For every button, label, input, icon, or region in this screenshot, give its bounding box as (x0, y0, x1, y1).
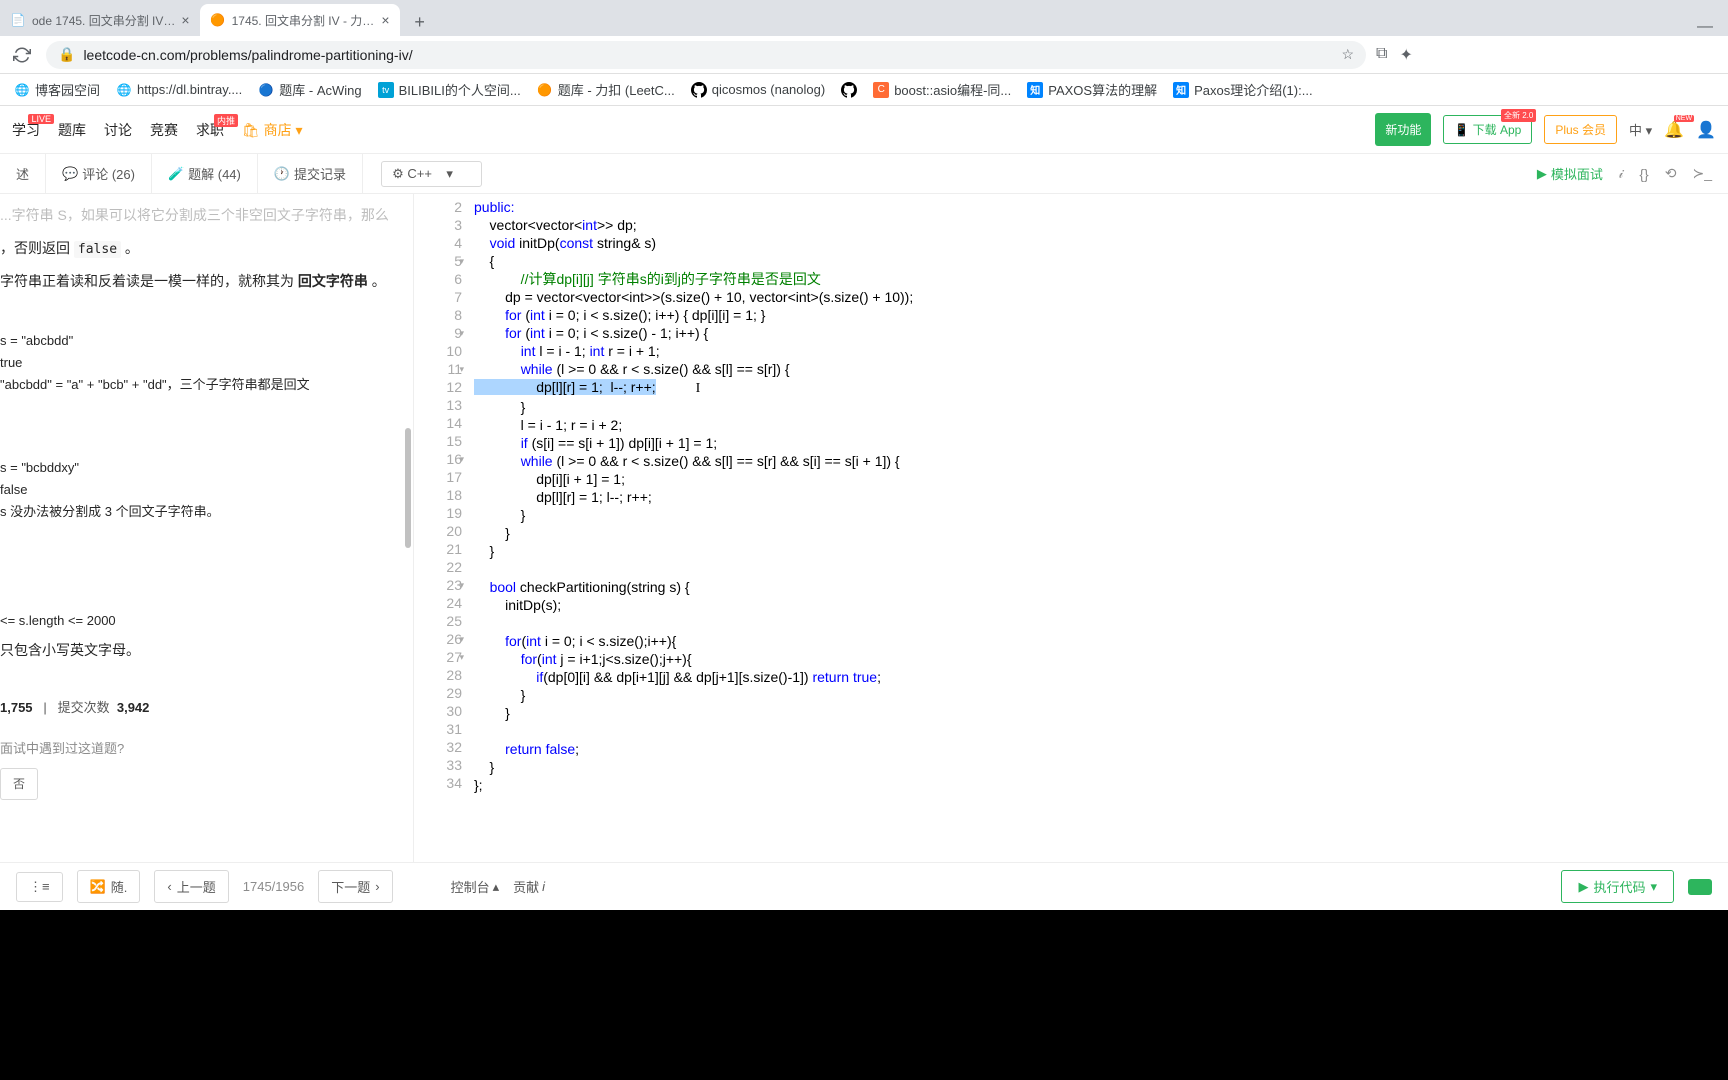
constraint-text: 只包含小写英文字母。 (0, 637, 401, 664)
bookmark-item[interactable] (835, 78, 863, 102)
bookmark-item[interactable]: 🔵题库 - AcWing (252, 76, 367, 103)
new-tab-button[interactable]: + (406, 8, 434, 36)
main-content: ...字符串 S，如果可以将它分割成三个非空回文子字符串，那么 ，否则返回 fa… (0, 194, 1728, 862)
truncated-text: ...字符串 S，如果可以将它分割成三个非空回文子字符串，那么 (0, 202, 401, 229)
notifications-icon[interactable]: 🔔 (1664, 120, 1684, 140)
address-bar: 🔒 leetcode-cn.com/problems/palindrome-pa… (0, 36, 1728, 74)
url-text: leetcode-cn.com/problems/palindrome-part… (83, 47, 412, 63)
contribute-link[interactable]: 贡献 i (513, 877, 545, 896)
page-indicator: 1745/1956 (243, 879, 304, 894)
tab-description[interactable]: 述 (0, 154, 46, 193)
constraints: <= s.length <= 2000 (0, 607, 401, 637)
stats-row: 1,755 | 提交次数 3,942 (0, 696, 401, 721)
reload-button[interactable] (8, 41, 36, 69)
mock-interview-button[interactable]: ▶ 模拟面试 (1537, 164, 1603, 183)
prev-button[interactable]: ‹ 上一题 (154, 870, 228, 903)
extension-icon[interactable]: ✦ (1399, 45, 1412, 65)
bookmark-item[interactable]: tvBILIBILI的个人空间... (372, 76, 527, 103)
bilibili-icon: tv (378, 82, 394, 98)
tab-favicon-1: 📄 (10, 12, 26, 28)
bookmarks-bar: 🌐博客园空间 🌐https://dl.bintray.... 🔵题库 - AcW… (0, 74, 1728, 106)
minimize-icon[interactable]: — (1697, 18, 1713, 36)
nav-discuss[interactable]: 讨论 (104, 120, 132, 140)
github-icon (691, 82, 707, 98)
info-icon[interactable]: 𝒾 (1619, 165, 1624, 182)
nav-contest[interactable]: 竞赛 (150, 120, 178, 140)
zhihu-icon: 知 (1173, 82, 1189, 98)
user-avatar[interactable]: 👤 (1696, 120, 1716, 140)
close-icon[interactable]: × (381, 12, 389, 28)
nav-jobs[interactable]: 求职内推 (196, 120, 224, 140)
example-1: s = "abcbdd" true "abcbdd" = "a" + "bcb"… (0, 327, 401, 400)
run-code-button[interactable]: ▶ 执行代码 ▾ (1561, 870, 1674, 903)
plus-button[interactable]: Plus 会员 (1544, 115, 1617, 144)
site-nav: 学习LIVE 题库 讨论 竞赛 求职内推 🛍 商店 ▾ 新功能 📱 下载 App… (0, 106, 1728, 154)
next-button[interactable]: 下一题 › (318, 870, 392, 903)
code-editor[interactable]: 2345▾6789▾1011▾1213141516▾17181920212223… (414, 194, 1728, 862)
tab-solutions[interactable]: 🧪 题解 (44) (152, 154, 258, 193)
browser-tabs-bar: 📄 ode 1745. 回文串分割 IV… × 🟠 1745. 回文串分割 IV… (0, 0, 1728, 36)
bookmark-item[interactable]: 🟠题库 - 力扣 (LeetC... (531, 76, 681, 103)
random-button[interactable]: 🔀 随. (77, 870, 141, 903)
terminal-icon[interactable]: ≻_ (1692, 165, 1712, 182)
window-controls: — (1682, 18, 1728, 36)
interview-question: 面试中遇到过这道题? (0, 737, 401, 762)
scrollbar[interactable] (405, 194, 411, 862)
tab-title-2: 1745. 回文串分割 IV - 力扣 (Le… (232, 12, 376, 29)
bookmark-item[interactable]: 🌐博客园空间 (8, 76, 106, 103)
bookmark-item[interactable]: 知PAXOS算法的理解 (1021, 76, 1163, 103)
github-icon (841, 82, 857, 98)
browser-tab-2[interactable]: 🟠 1745. 回文串分割 IV - 力扣 (Le… × (200, 4, 400, 36)
blog-icon: C (873, 82, 889, 98)
nav-learn[interactable]: 学习LIVE (12, 120, 40, 140)
globe-icon: 🌐 (14, 82, 30, 98)
globe-icon: 🌐 (116, 82, 132, 98)
bookmark-item[interactable]: 知Paxos理论介绍(1):... (1167, 76, 1318, 103)
problem-description[interactable]: ...字符串 S，如果可以将它分割成三个非空回文子字符串，那么 ，否则返回 fa… (0, 194, 414, 862)
leetcode-icon: 🟠 (537, 82, 553, 98)
tab-comments[interactable]: 💬 评论 (26) (46, 154, 152, 193)
nav-problems[interactable]: 题库 (58, 120, 86, 140)
tab-history[interactable]: 🕐 提交记录 (258, 154, 363, 193)
console-toggle[interactable]: 控制台 ▴ (451, 877, 500, 896)
submit-button[interactable] (1688, 879, 1712, 895)
sub-bar: 述 💬 评论 (26) 🧪 题解 (44) 🕐 提交记录 ⚙ C++ ▾ ▶ 模… (0, 154, 1728, 194)
braces-icon[interactable]: {} (1639, 166, 1648, 182)
star-icon[interactable]: ☆ (1341, 46, 1354, 63)
url-input[interactable]: 🔒 leetcode-cn.com/problems/palindrome-pa… (46, 41, 1366, 69)
example-2: s = "bcbddxy" false s 没办法被分割成 3 个回文子字符串。 (0, 454, 401, 527)
browser-tab-1[interactable]: 📄 ode 1745. 回文串分割 IV… × (0, 4, 200, 36)
no-button[interactable]: 否 (0, 768, 38, 801)
download-app-button[interactable]: 📱 下载 App (1443, 115, 1532, 144)
bookmark-item[interactable]: Cboost::asio编程-同... (867, 76, 1017, 103)
bottom-toolbar: ⋮≡ 🔀 随. ‹ 上一题 1745/1956 下一题 › 控制台 ▴ 贡献 i… (0, 862, 1728, 910)
code-content[interactable]: public: vector<vector<int>> dp; void ini… (474, 194, 1728, 862)
tab-favicon-2: 🟠 (210, 12, 226, 28)
acwing-icon: 🔵 (258, 82, 274, 98)
tab-title-1: ode 1745. 回文串分割 IV… (32, 12, 175, 29)
zhihu-icon: 知 (1027, 82, 1043, 98)
language-select[interactable]: 中 ▾ (1629, 120, 1652, 139)
video-strip (0, 910, 1728, 1080)
code-language-select[interactable]: ⚙ C++ ▾ (381, 161, 482, 187)
reader-icon[interactable]: ⧉ (1376, 45, 1387, 65)
bookmark-item[interactable]: 🌐https://dl.bintray.... (110, 78, 248, 102)
line-gutter: 2345▾6789▾1011▾1213141516▾17181920212223… (414, 194, 474, 862)
lock-icon: 🔒 (58, 46, 75, 63)
nav-store[interactable]: 🛍 商店 ▾ (242, 120, 303, 140)
close-icon[interactable]: × (181, 12, 189, 28)
reset-icon[interactable]: ⟲ (1665, 165, 1677, 182)
problem-list-button[interactable]: ⋮≡ (16, 872, 63, 902)
new-feature-button[interactable]: 新功能 (1375, 113, 1431, 146)
bookmark-item[interactable]: qicosmos (nanolog) (685, 78, 831, 102)
